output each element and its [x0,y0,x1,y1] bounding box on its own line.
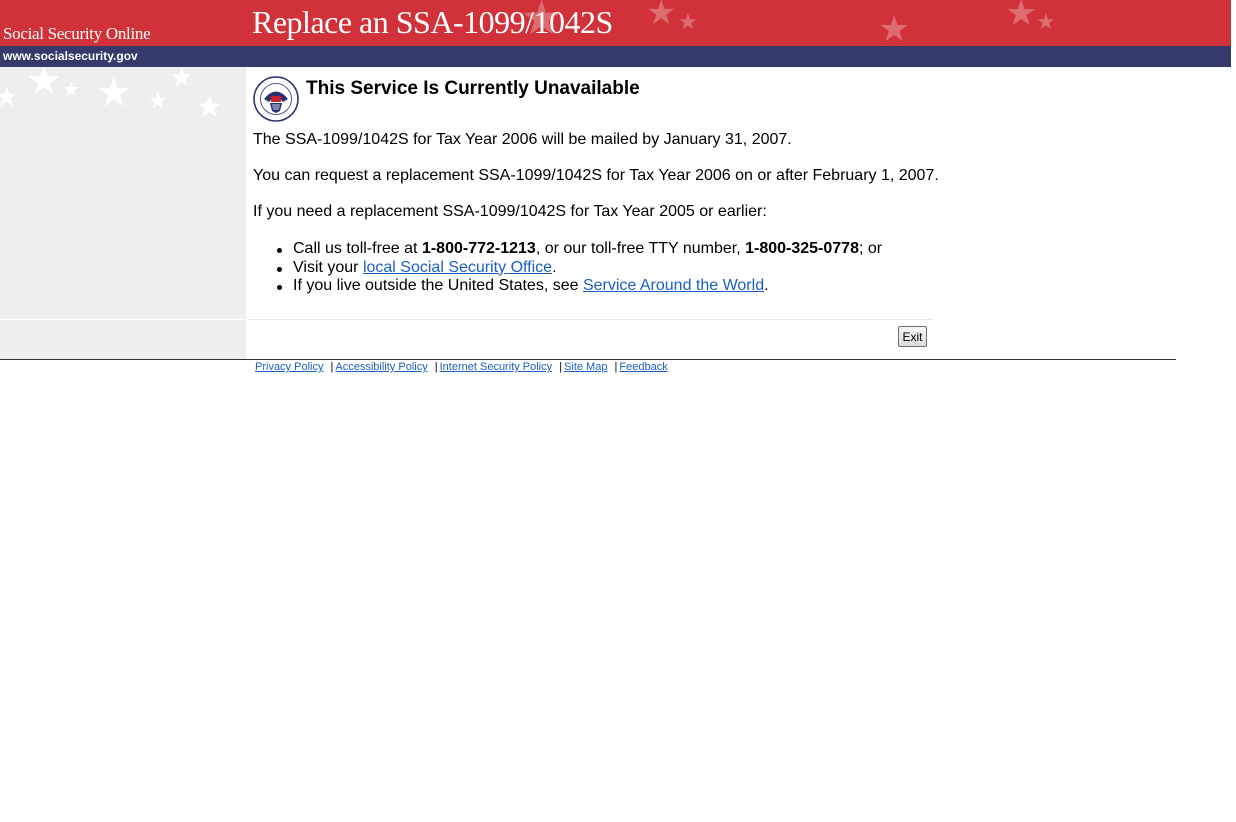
earlier-years-text: If you need a replacement SSA-1099/1042S… [253,203,767,220]
star-decoration-icon: ★ [646,0,677,33]
star-decoration-icon: ★ [1036,10,1056,35]
call-middle-text: , or our toll-free TTY number, [535,240,746,257]
bullet-icon [277,248,282,253]
url-bar: www.socialsecurity.gov [0,46,1231,67]
star-decoration-icon: ★ [148,89,168,114]
footer-divider [0,359,1176,360]
contact-options-list: Call us toll-free at 1-800-772-1213, or … [275,240,882,296]
bullet-icon [277,266,282,272]
replacement-date-text: You can request a replacement SSA-1099/1… [253,167,939,184]
ssa-seal-icon [253,76,299,122]
star-decoration-icon: ★ [678,10,698,35]
star-decoration-icon: ★ [62,77,80,101]
feedback-link[interactable]: Feedback [619,361,667,373]
site-name: Social Security Online [3,24,151,43]
list-item: Call us toll-free at 1-800-772-1213, or … [275,240,882,259]
visit-suffix-text: . [552,258,557,276]
visit-prefix-text: Visit your [293,258,363,276]
footer-separator: | [330,361,334,373]
star-decoration-icon: ★ [170,67,194,93]
page-title: This Service Is Currently Unavailable [306,78,640,99]
outside-prefix-text: If you live outside the United States, s… [293,277,583,295]
star-decoration-icon: ★ [878,9,911,47]
exit-button[interactable]: Exit [898,326,927,347]
footer-separator: | [434,361,438,373]
left-sidebar-footer [0,320,246,359]
site-url-link[interactable]: www.socialsecurity.gov [3,49,138,63]
star-decoration-icon: ★ [96,70,132,116]
footer-separator: | [614,361,618,373]
site-map-link[interactable]: Site Map [564,361,607,373]
star-decoration-icon: ★ [0,80,20,113]
outside-suffix-text: . [764,277,769,295]
left-sidebar: ★ ★ ★ ★ ★ ★ ★ [0,67,246,319]
footer-separator: | [559,361,563,373]
page-heading: Replace an SSA-1099/1042S [252,4,613,40]
local-office-link[interactable]: local Social Security Office [363,259,552,276]
toll-free-number: 1-800-772-1213 [421,240,536,257]
internet-security-policy-link[interactable]: Internet Security Policy [440,361,553,373]
list-item: Visit your local Social Security Office. [275,259,882,278]
tty-number: 1-800-325-0778 [745,240,859,257]
bullet-icon [277,285,282,291]
call-suffix-text: ; or [858,240,883,257]
accessibility-policy-link[interactable]: Accessibility Policy [335,361,427,373]
footer-links: Privacy Policy | Accessibility Policy | In… [255,361,668,373]
star-decoration-icon: ★ [1005,0,1038,34]
service-around-world-link[interactable]: Service Around the World [583,277,764,294]
header-banner: ★ ★ ★ ★ ★ ★ Social Security Online Repla… [0,0,1231,46]
list-item: If you live outside the United States, s… [275,277,882,296]
star-decoration-icon: ★ [26,67,62,104]
mailing-notice-text: The SSA-1099/1042S for Tax Year 2006 wil… [253,131,792,148]
star-decoration-icon: ★ [196,90,223,125]
privacy-policy-link[interactable]: Privacy Policy [255,361,323,373]
call-prefix-text: Call us toll-free at [293,240,422,257]
content-divider [248,319,933,320]
